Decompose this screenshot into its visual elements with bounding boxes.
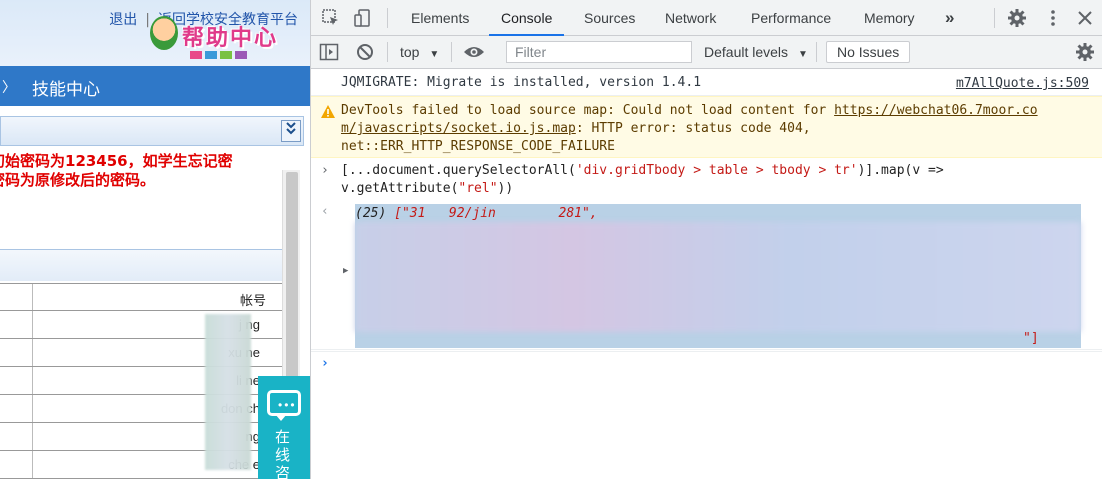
log-levels-dropdown[interactable]: Default levels ▼ (704, 42, 808, 65)
account-column-header[interactable]: 帐号 (240, 290, 266, 309)
panel-header (0, 116, 304, 146)
tab-network[interactable]: Network (653, 0, 728, 36)
sidebar-toggle-icon[interactable] (319, 42, 341, 62)
console-prompt-line[interactable]: › (311, 351, 1102, 377)
tab-memory[interactable]: Memory (852, 0, 927, 36)
console-warning-message: DevTools failed to load source map: Coul… (311, 96, 1102, 158)
clear-console-icon[interactable] (355, 42, 377, 62)
online-consult-button[interactable]: ••• 在线咨询 (258, 376, 310, 479)
result-tail: "] (1023, 331, 1039, 346)
input-code: [...document.querySelectorAll('div.gridT… (341, 163, 944, 196)
warning-icon (321, 105, 335, 118)
console-prompt-icon: › (321, 356, 329, 371)
live-expression-eye-icon[interactable] (463, 42, 485, 62)
console-output: JQMIGRATE: Migrate is installed, version… (311, 70, 1102, 479)
webpage-viewport: 退出 | 返回学校安全教育平台 帮助中心 〉 技能中心 初始密码为123456，如学… (0, 0, 310, 479)
expand-triangle-icon[interactable]: ▶ (343, 266, 348, 276)
help-center-logo: 帮助中心 (150, 14, 300, 59)
tab-elements[interactable]: Elements (399, 0, 481, 36)
site-header: 退出 | 返回学校安全教育平台 帮助中心 (0, 0, 310, 66)
inspect-element-icon[interactable] (321, 8, 343, 28)
table-header: 帐号 (0, 283, 282, 311)
devtools-tabbar: Elements Console Sources Network Perform… (311, 0, 1102, 36)
input-prompt-icon: › (321, 163, 329, 178)
source-map-url-part1[interactable]: https://webchat06.7moor.co (834, 103, 1038, 118)
close-icon[interactable] (1075, 8, 1097, 28)
log-levels-label: Default levels (704, 44, 789, 60)
password-notice: 初始密码为123456，如学生忘记密 密码为原修改后的密码。 (0, 152, 300, 190)
notice-line-2: 密码为原修改后的密码。 (0, 171, 156, 189)
device-toolbar-icon[interactable] (353, 8, 375, 28)
warning-prefix: DevTools failed to load source map: Coul… (341, 103, 835, 118)
console-log-message: JQMIGRATE: Migrate is installed, version… (311, 70, 1102, 96)
redacted-area (205, 314, 251, 470)
logout-link[interactable]: 退出 (109, 12, 137, 28)
online-consult-label: 在线咨询 (275, 428, 291, 479)
warning-http-error: : HTTP error: status code 404, (575, 121, 811, 136)
double-chevron-down-icon[interactable] (281, 120, 301, 142)
settings-gear-icon[interactable] (1007, 8, 1029, 28)
kebab-menu-icon[interactable] (1043, 8, 1065, 28)
warning-net-error: net::ERR_HTTP_RESPONSE_CODE_FAILURE (341, 139, 615, 154)
devtools-panel: Elements Console Sources Network Perform… (310, 0, 1102, 479)
context-selector[interactable]: top ▼ (400, 42, 439, 65)
warning-text: DevTools failed to load source map: Coul… (341, 102, 1038, 156)
console-result-message: ‹ ▶ (25) ["31 92/jin 281", "] (311, 200, 1102, 350)
result-summary[interactable]: (25) ["31 92/jin 281", (355, 205, 598, 223)
tab-performance[interactable]: Performance (739, 0, 843, 36)
notice-line-1: 初始密码为123456，如学生忘记密 (0, 152, 233, 170)
redacted-array-items (355, 222, 1081, 332)
nav-item-skills-center[interactable]: 技能中心 (32, 75, 100, 100)
console-toolbar: top ▼ Filter Default levels ▼ No Issues (311, 36, 1102, 69)
tab-sources[interactable]: Sources (572, 0, 647, 36)
main-nav: 〉 技能中心 (0, 66, 310, 106)
nav-arrow-icon[interactable]: 〉 (2, 77, 16, 97)
issues-button[interactable]: No Issues (826, 41, 911, 63)
console-settings-gear-icon[interactable] (1075, 42, 1097, 62)
log-text: JQMIGRATE: Migrate is installed, version… (341, 75, 702, 90)
context-value: top (400, 44, 420, 60)
mascot-icon (150, 16, 178, 50)
chat-bubble-icon: ••• (267, 390, 301, 421)
console-input-message: › [...document.querySelectorAll('div.gri… (311, 159, 1102, 199)
result-return-icon: ‹ (321, 204, 329, 219)
tab-console[interactable]: Console (489, 0, 565, 36)
filter-input[interactable]: Filter (506, 41, 692, 63)
more-tabs-icon[interactable]: » (933, 0, 966, 36)
log-source-link[interactable]: m7AllQuote.js:509 (956, 76, 1089, 91)
logo-blocks (190, 48, 250, 62)
grid-toolbar (0, 249, 282, 281)
dropdown-arrow-icon: ▼ (429, 49, 440, 60)
dropdown-arrow-icon: ▼ (797, 49, 808, 60)
source-map-url-part2[interactable]: m/javascripts/socket.io.js.map (341, 121, 576, 136)
